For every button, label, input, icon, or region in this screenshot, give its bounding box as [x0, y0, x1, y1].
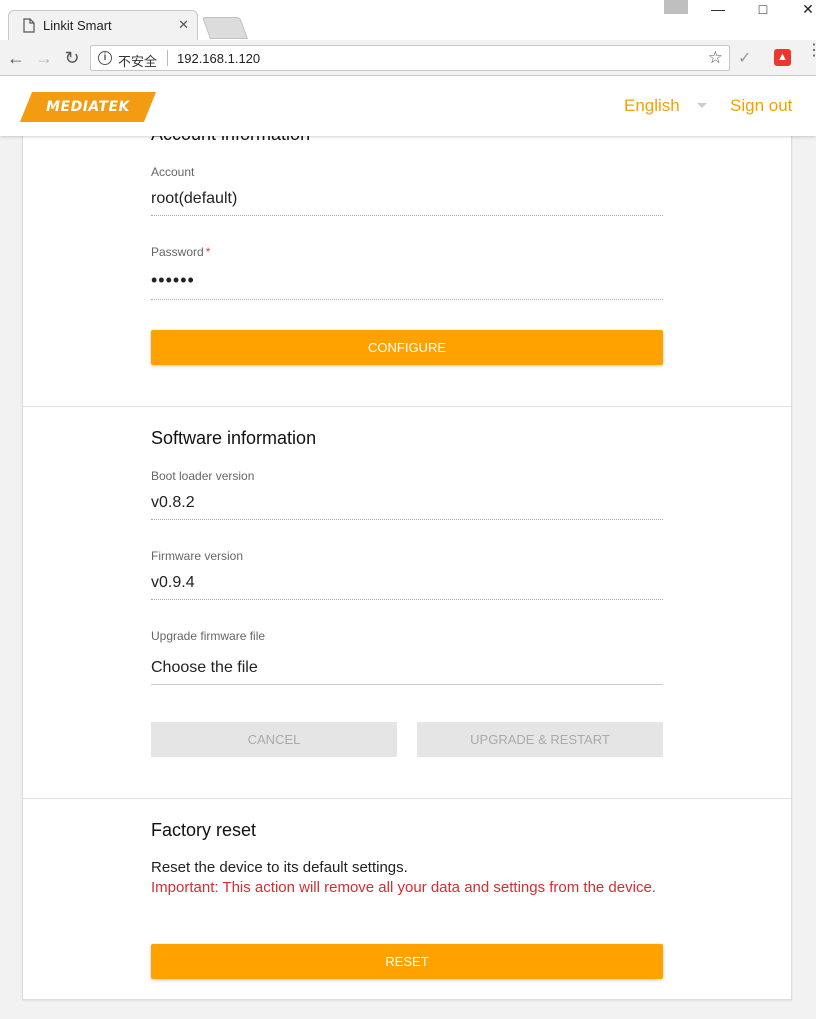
security-label: 不安全	[118, 54, 158, 69]
bookmark-star-icon[interactable]: ☆	[708, 48, 723, 68]
language-selector[interactable]: English	[624, 96, 680, 116]
separator	[167, 50, 168, 66]
section-divider	[22, 406, 792, 407]
factory-description: Reset the device to its default settings…	[151, 858, 671, 898]
chevron-down-icon[interactable]	[697, 103, 707, 108]
address-bar[interactable]: i 不安全 192.168.1.120 ☆	[90, 45, 730, 71]
upgrade-restart-button[interactable]: UPGRADE & RESTART	[417, 722, 663, 757]
sign-out-link[interactable]: Sign out	[730, 96, 792, 116]
bootloader-label: Boot loader version	[151, 469, 255, 483]
bootloader-value: v0.8.2	[151, 494, 195, 511]
tab-close-icon[interactable]: ✕	[178, 17, 189, 33]
password-label-text: Password	[151, 245, 204, 259]
account-underline	[151, 215, 663, 216]
account-label: Account	[151, 165, 195, 179]
choose-file-input[interactable]: Choose the file	[151, 659, 258, 677]
reload-icon[interactable]: ↻	[62, 48, 82, 68]
mediatek-logo: MEDIATEK	[19, 92, 157, 122]
required-asterisk: *	[205, 245, 211, 259]
firmware-label: Firmware version	[151, 549, 244, 563]
browser-toolbar: ← → ↻ i 不安全 192.168.1.120 ☆	[0, 40, 816, 76]
new-tab-button[interactable]	[201, 17, 249, 39]
password-input[interactable]: ••••••	[151, 270, 195, 291]
maximize-icon[interactable]: □	[743, 0, 783, 18]
password-label: Password *	[151, 245, 210, 259]
browser-tab[interactable]: Linkit Smart ✕	[8, 10, 198, 40]
close-window-icon[interactable]: ✕	[788, 0, 816, 18]
factory-warning-text: Important: This action will remove all y…	[151, 879, 656, 896]
minimize-icon[interactable]: —	[698, 0, 738, 18]
configure-button[interactable]: CONFIGURE	[151, 330, 663, 365]
bootloader-underline	[151, 519, 663, 520]
info-icon[interactable]: i	[98, 51, 112, 65]
account-value: root(default)	[151, 190, 238, 207]
firmware-underline	[151, 599, 663, 600]
upgrade-file-label: Upgrade firmware file	[151, 629, 266, 643]
browser-tabstrip: Linkit Smart ✕ — □ ✕	[0, 0, 816, 40]
software-section-title: Software information	[151, 428, 317, 448]
factory-section-title: Factory reset	[151, 820, 257, 840]
forward-arrow-icon[interactable]: →	[34, 48, 54, 68]
password-underline	[151, 299, 663, 300]
page-icon	[23, 18, 35, 33]
browser-menu-icon[interactable]: ⋮	[806, 43, 816, 59]
app-header: MEDIATEK English Sign out	[0, 76, 816, 136]
reset-button[interactable]: RESET	[151, 944, 663, 979]
section-divider	[22, 798, 792, 799]
logo-text: MEDIATEK	[46, 99, 130, 115]
profile-icon[interactable]	[664, 0, 688, 14]
back-arrow-icon[interactable]: ←	[6, 48, 26, 68]
choose-file-underline	[151, 684, 663, 685]
factory-description-text: Reset the device to its default settings…	[151, 859, 408, 876]
extension-red-icon[interactable]: ▲	[774, 49, 791, 66]
cancel-button[interactable]: CANCEL	[151, 722, 397, 757]
extension-icon[interactable]: ✓	[738, 48, 751, 68]
url-text[interactable]: 192.168.1.120	[177, 51, 260, 66]
firmware-value: v0.9.4	[151, 574, 195, 591]
tab-title: Linkit Smart	[43, 18, 112, 33]
